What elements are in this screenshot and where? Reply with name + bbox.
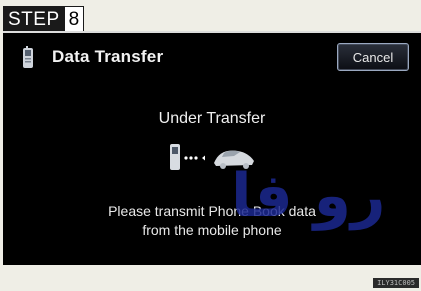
phone-to-car-transfer-icon <box>168 141 260 180</box>
cancel-button[interactable]: Cancel <box>337 43 409 71</box>
message-line-1: Please transmit Phone Book data <box>108 203 316 219</box>
transfer-message: Please transmit Phone Book data from the… <box>3 202 421 240</box>
step-label: STEP <box>4 7 64 32</box>
display-screen: Data Transfer Cancel Under Transfer Plea… <box>3 31 421 265</box>
message-line-2: from the mobile phone <box>142 222 282 238</box>
page-title: Data Transfer <box>52 47 164 66</box>
step-number: 8 <box>63 7 84 32</box>
transfer-status: Under Transfer <box>158 110 266 127</box>
step-badge: STEP 8 <box>3 6 85 33</box>
figure-code: ILY31C005 <box>373 278 419 288</box>
mobile-phone-icon <box>19 46 37 75</box>
